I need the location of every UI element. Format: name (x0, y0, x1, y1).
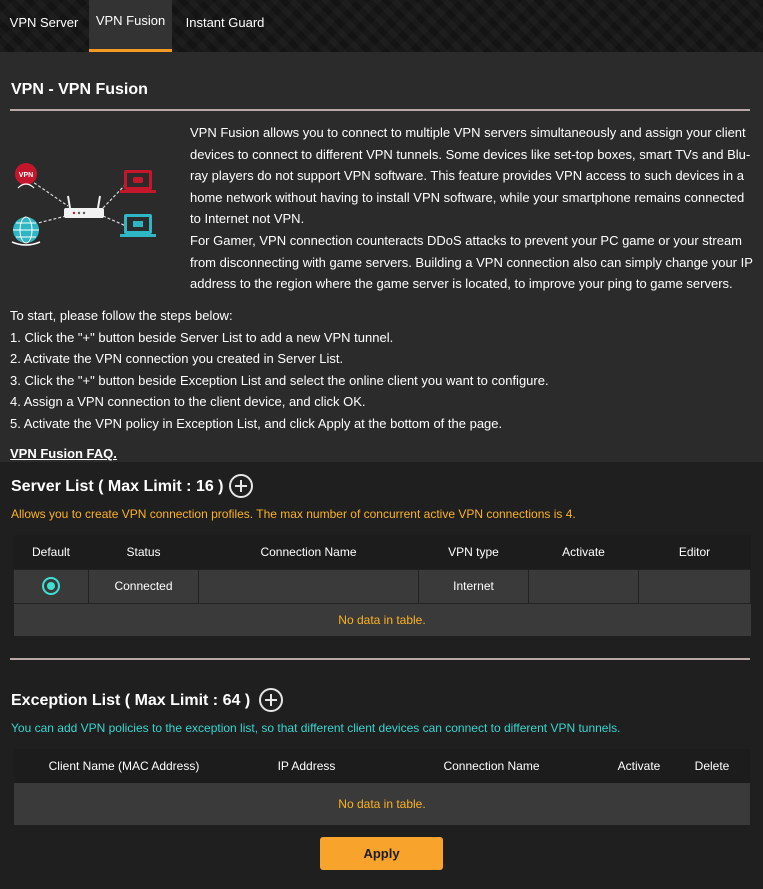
vpn-fusion-illustration: VPN (11, 163, 156, 246)
step-item: 3. Click the "+" button beside Exception… (10, 372, 549, 388)
table-row: No data in table. (14, 783, 750, 825)
tab-instant-guard[interactable]: Instant Guard (174, 0, 276, 52)
steps-intro: To start, please follow the steps below: (10, 308, 233, 323)
status-cell: Connected (88, 568, 199, 604)
globe-icon (11, 216, 41, 246)
laptop-icon (120, 214, 156, 237)
page-title: VPN - VPN Fusion (11, 81, 148, 98)
server-list-table: Default Status Connection Name VPN type … (13, 535, 751, 636)
table-header-row: Client Name (MAC Address) IP Address Con… (14, 749, 750, 783)
vpn-type-cell: Internet (418, 568, 529, 604)
column-header: Activate (604, 749, 674, 783)
column-header: Default (13, 535, 89, 569)
faq-link[interactable]: VPN Fusion FAQ. (10, 446, 117, 461)
column-header: Connection Name (379, 749, 604, 783)
step-item: 2. Activate the VPN connection you creat… (10, 351, 344, 366)
table-row: No data in table. (13, 603, 751, 636)
exception-list-note: You can add VPN policies to the exceptio… (11, 721, 621, 735)
step-item: 4. Assign a VPN connection to the client… (10, 394, 366, 409)
main-panel: VPN - VPN Fusion VPN VPN Fusion allows y… (0, 52, 763, 889)
activate-cell[interactable] (528, 568, 639, 604)
server-list-title: Server List ( Max Limit : 16 ) (11, 478, 224, 495)
table-header-row: Default Status Connection Name VPN type … (13, 535, 751, 569)
empty-table-message: No data in table. (13, 603, 751, 636)
column-header: VPN type (418, 535, 529, 569)
default-radio[interactable] (42, 577, 60, 595)
column-header: Activate (528, 535, 639, 569)
tab-vpn-server[interactable]: VPN Server (0, 0, 88, 52)
step-item: 1. Click the "+" button beside Server Li… (10, 329, 394, 345)
tab-vpn-fusion[interactable]: VPN Fusion (89, 0, 172, 52)
empty-table-message: No data in table. (14, 783, 750, 825)
column-header: IP Address (234, 749, 379, 783)
gaming-laptop-icon (120, 170, 156, 193)
intro-description: VPN Fusion allows you to connect to mult… (190, 122, 756, 295)
router-icon (64, 195, 104, 218)
table-row: Connected Internet (13, 568, 751, 604)
default-cell (13, 568, 89, 604)
tab-label: VPN Server (9, 15, 79, 30)
tab-label: VPN Fusion (95, 13, 166, 28)
column-header: Client Name (MAC Address) (14, 749, 234, 783)
editor-cell[interactable] (638, 568, 751, 604)
column-header: Status (88, 535, 199, 569)
step-item: 5. Activate the VPN policy in Exception … (10, 415, 503, 431)
apply-button[interactable]: Apply (320, 837, 443, 870)
intro-paragraph-2: For Gamer, VPN connection counteracts DD… (190, 232, 753, 292)
intro-paragraph-1: VPN Fusion allows you to connect to mult… (190, 125, 751, 227)
exception-list-table: Client Name (MAC Address) IP Address Con… (14, 749, 750, 825)
column-header: Connection Name (198, 535, 419, 569)
connection-name-cell (198, 568, 419, 604)
steps-list: To start, please follow the steps below:… (10, 305, 750, 434)
server-list-note: Allows you to create VPN connection prof… (11, 507, 576, 521)
add-exception-button[interactable] (259, 688, 283, 712)
vpn-badge-icon: VPN (15, 163, 37, 189)
section-divider (10, 658, 750, 660)
vpn-badge-label: VPN (19, 172, 33, 179)
exception-list-title: Exception List ( Max Limit : 64 ) (11, 692, 251, 709)
column-header: Editor (638, 535, 751, 569)
column-header: Delete (674, 749, 750, 783)
top-tab-bar: VPN Server VPN Fusion Instant Guard (0, 0, 763, 52)
title-divider (10, 109, 750, 111)
add-server-button[interactable] (229, 474, 253, 498)
tab-label: Instant Guard (185, 15, 265, 30)
